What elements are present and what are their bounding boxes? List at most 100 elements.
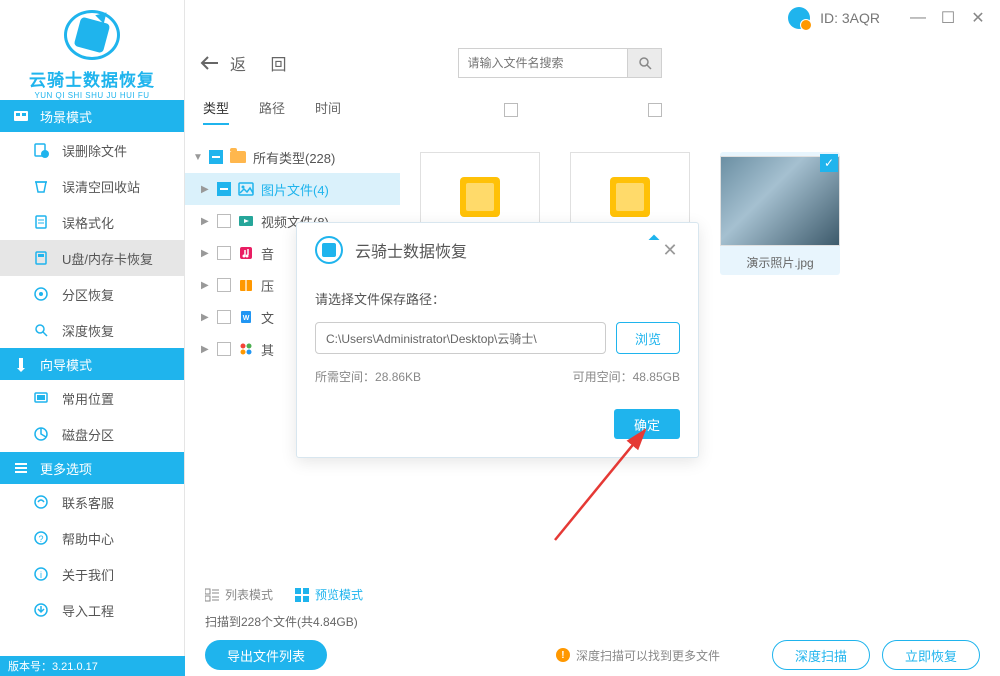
file-undo-icon — [32, 141, 50, 159]
section-wizard-mode[interactable]: 向导模式 — [0, 348, 184, 380]
save-path-input[interactable] — [315, 322, 606, 354]
section-scene-mode[interactable]: 场景模式 — [0, 100, 184, 132]
wizard-icon — [12, 355, 30, 373]
checkbox[interactable] — [217, 278, 231, 292]
user-badge-icon[interactable] — [788, 7, 810, 29]
file-grid-header — [420, 98, 980, 122]
brand-name: 云骑士数据恢复 — [29, 66, 155, 91]
folder-icon — [229, 148, 247, 166]
image-type-icon — [237, 180, 255, 198]
search-button[interactable] — [628, 48, 662, 78]
collapse-icon[interactable]: ▼ — [193, 152, 203, 163]
headset-icon — [32, 493, 50, 511]
audio-type-icon — [237, 244, 255, 262]
sidebar-item-usb[interactable]: U盘/内存卡恢复 — [0, 240, 184, 276]
back-arrow-icon — [200, 55, 220, 71]
column-checkbox[interactable] — [648, 103, 662, 117]
recover-button[interactable]: 立即恢复 — [882, 640, 980, 670]
confirm-button[interactable]: 确定 — [614, 409, 680, 439]
document-type-icon: W — [237, 308, 255, 326]
file-item[interactable]: ✓ 演示照片.jpg — [720, 152, 840, 275]
usb-icon — [32, 249, 50, 267]
checkbox[interactable] — [217, 182, 231, 196]
tab-path[interactable]: 路径 — [259, 98, 285, 125]
menu-icon — [12, 459, 30, 477]
export-list-button[interactable]: 导出文件列表 — [205, 640, 327, 670]
sidebar-item-disk-partition[interactable]: 磁盘分区 — [0, 416, 184, 452]
dialog-input-row: 浏览 — [315, 322, 680, 354]
sidebar-item-common-loc[interactable]: 常用位置 — [0, 380, 184, 416]
archive-type-icon — [237, 276, 255, 294]
app-logo-icon — [64, 10, 120, 60]
section-title: 向导模式 — [40, 355, 92, 374]
list-icon — [205, 588, 219, 602]
sidebar-item-help[interactable]: ?帮助中心 — [0, 520, 184, 556]
deep-scan-icon — [32, 321, 50, 339]
scene-mode-icon — [12, 107, 30, 125]
search-input[interactable] — [458, 48, 628, 78]
file-name: 演示照片.jpg — [746, 254, 813, 271]
sidebar-item-recycle-bin[interactable]: 误清空回收站 — [0, 168, 184, 204]
browse-button[interactable]: 浏览 — [616, 322, 680, 354]
file-checkbox[interactable]: ✓ — [820, 154, 838, 172]
maximize-button[interactable]: ☐ — [938, 8, 958, 28]
sidebar-item-contact[interactable]: 联系客服 — [0, 484, 184, 520]
dialog-title: 云骑士数据恢复 — [355, 238, 648, 262]
minimize-button[interactable]: — — [908, 8, 928, 28]
checkbox[interactable] — [217, 310, 231, 324]
tab-time[interactable]: 时间 — [315, 98, 341, 125]
sidebar-item-about[interactable]: i关于我们 — [0, 556, 184, 592]
svg-text:W: W — [243, 315, 250, 322]
search-box — [458, 48, 662, 78]
sidebar: 云骑士数据恢复 YUN QI SHI SHU JU HUI FU 场景模式 误删… — [0, 0, 185, 656]
video-type-icon — [237, 212, 255, 230]
close-button[interactable]: ✕ — [968, 8, 988, 28]
expand-icon[interactable]: ▶ — [201, 344, 211, 355]
checkbox[interactable] — [217, 246, 231, 260]
list-mode-button[interactable]: 列表模式 — [205, 586, 273, 603]
logo-area: 云骑士数据恢复 YUN QI SHI SHU JU HUI FU — [0, 0, 184, 100]
dialog-close-button[interactable]: ✕ — [660, 240, 680, 260]
sidebar-item-format[interactable]: 误格式化 — [0, 204, 184, 240]
preview-mode-button[interactable]: 预览模式 — [295, 586, 363, 603]
disk-icon — [32, 425, 50, 443]
format-icon — [32, 213, 50, 231]
other-type-icon — [237, 340, 255, 358]
checkbox[interactable] — [217, 214, 231, 228]
back-button[interactable]: 返 回 — [200, 51, 296, 75]
expand-icon[interactable]: ▶ — [201, 184, 211, 195]
expand-icon[interactable]: ▶ — [201, 312, 211, 323]
save-path-dialog: 云骑士数据恢复 ✕ 请选择文件保存路径： 浏览 所需空间：28.86KB 可用空… — [296, 222, 699, 458]
tree-tabs: 类型 路径 时间 — [185, 98, 400, 125]
status-bar: 版本号：3.21.0.17 — [0, 656, 185, 676]
expand-icon[interactable]: ▶ — [201, 216, 211, 227]
tree-node-images[interactable]: ▶ 图片文件(4) — [185, 173, 400, 205]
svg-text:?: ? — [38, 534, 43, 544]
sidebar-item-deleted-files[interactable]: 误删除文件 — [0, 132, 184, 168]
select-all-checkbox[interactable] — [504, 103, 518, 117]
sidebar-item-partition[interactable]: 分区恢复 — [0, 276, 184, 312]
deep-scan-button[interactable]: 深度扫描 — [772, 640, 870, 670]
checkbox[interactable] — [217, 342, 231, 356]
section-title: 更多选项 — [40, 459, 92, 478]
help-icon: ? — [32, 529, 50, 547]
import-icon — [32, 601, 50, 619]
dialog-logo-icon — [315, 236, 343, 264]
sidebar-item-deep[interactable]: 深度恢复 — [0, 312, 184, 348]
checkbox[interactable] — [209, 150, 223, 164]
tab-type[interactable]: 类型 — [203, 98, 229, 125]
sidebar-item-import[interactable]: 导入工程 — [0, 592, 184, 628]
available-space: 可用空间：48.85GB — [573, 368, 680, 385]
deep-scan-hint: ! 深度扫描可以找到更多文件 — [556, 647, 720, 664]
tree-root[interactable]: ▼ 所有类型(228) — [185, 141, 400, 173]
expand-icon[interactable]: ▶ — [201, 280, 211, 291]
user-id: ID: 3AQR — [820, 10, 880, 26]
section-more[interactable]: 更多选项 — [0, 452, 184, 484]
location-icon — [32, 389, 50, 407]
expand-icon[interactable]: ▶ — [201, 248, 211, 259]
toolbar: 返 回 — [185, 36, 1000, 90]
section-title: 场景模式 — [40, 107, 92, 126]
recycle-bin-icon — [32, 177, 50, 195]
warning-icon: ! — [556, 648, 570, 662]
dialog-header: 云骑士数据恢复 ✕ — [297, 223, 698, 277]
